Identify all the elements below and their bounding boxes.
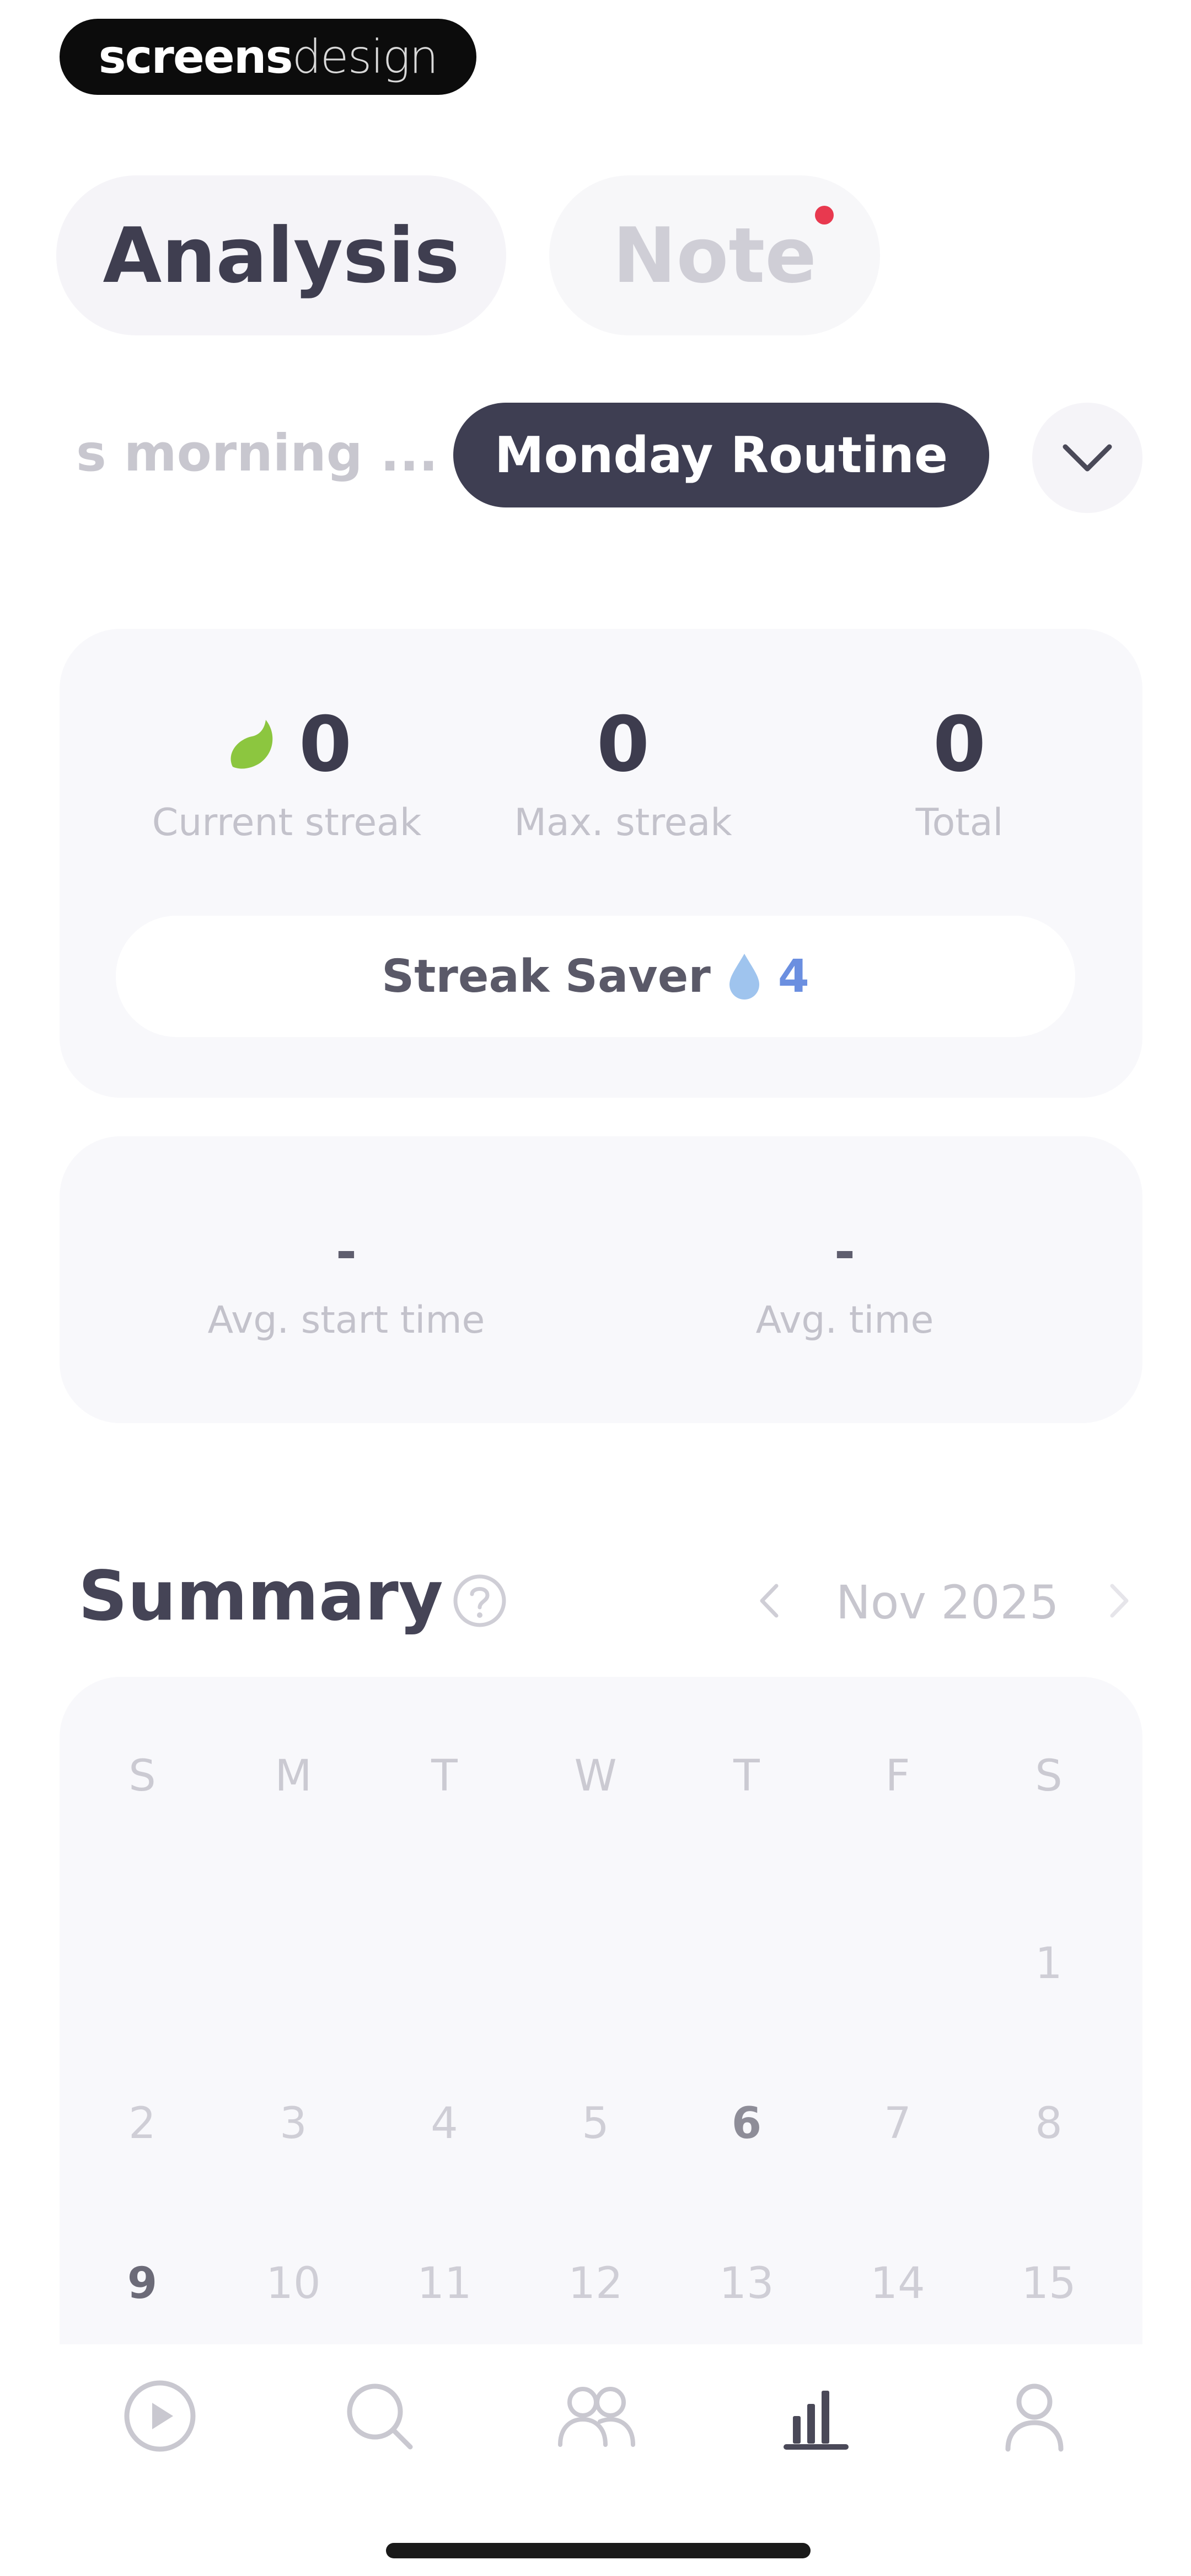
total-label: Total (915, 801, 1004, 845)
weekday-sun: S (128, 1751, 156, 1801)
calendar-day[interactable]: 3 (244, 2091, 343, 2157)
chevron-left-icon (760, 1584, 779, 1618)
weekday-tue: T (431, 1751, 458, 1801)
notification-dot (815, 206, 834, 225)
nav-community[interactable] (552, 2372, 641, 2460)
max-streak-label: Max. streak (514, 801, 732, 845)
calendar-day[interactable]: 11 (395, 2251, 494, 2317)
calendar-day[interactable]: 12 (546, 2251, 645, 2317)
tab-analysis[interactable]: Analysis (56, 175, 506, 335)
current-streak-label: Current streak (152, 801, 422, 845)
calendar-day[interactable]: 1 (999, 1931, 1098, 1997)
nav-search[interactable] (335, 2372, 423, 2460)
profile-icon (1005, 2383, 1064, 2452)
streak-saver-count: 4 (777, 950, 809, 1003)
calendar-day[interactable]: 5 (546, 2091, 645, 2157)
previous-month-button[interactable] (755, 1572, 783, 1629)
max-streak-value: 0 (596, 700, 650, 789)
calendar-day[interactable]: 7 (848, 2091, 947, 2157)
weekday-mon: M (275, 1751, 312, 1801)
avg-start-time-label: Avg. start time (207, 1298, 485, 1342)
streak-saver-label: Streak Saver (382, 950, 711, 1003)
chevron-down-icon (1063, 444, 1112, 472)
community-icon (558, 2387, 635, 2447)
weekday-wed: W (574, 1751, 617, 1801)
total-stat: 0 Total (794, 701, 1125, 845)
tab-note[interactable]: Note (549, 175, 880, 335)
current-streak-value: 0 (298, 700, 352, 789)
nav-play[interactable] (116, 2372, 204, 2460)
current-streak-stat: 0 Current streak (121, 701, 452, 845)
avg-time-stat: - Avg. time (652, 1222, 1038, 1343)
next-month-button[interactable] (1106, 1572, 1133, 1629)
nav-profile[interactable] (990, 2372, 1079, 2460)
avg-start-time-stat: - Avg. start time (153, 1222, 539, 1343)
home-indicator[interactable] (386, 2543, 811, 2558)
streak-leaf-icon (230, 720, 273, 769)
weekday-thu: T (733, 1751, 760, 1801)
routine-chip-selected[interactable]: Monday Routine (453, 403, 989, 507)
search-icon (347, 2383, 413, 2450)
chevron-right-icon (1110, 1584, 1129, 1618)
nav-stats[interactable] (772, 2372, 860, 2460)
calendar-day[interactable]: 4 (395, 2091, 494, 2157)
total-value: 0 (932, 700, 986, 789)
avg-time-value: - (834, 1222, 856, 1281)
play-icon (124, 2380, 196, 2452)
avg-time-label: Avg. time (755, 1298, 934, 1342)
calendar-day[interactable]: 14 (848, 2251, 947, 2317)
calendar-day[interactable]: 6 (697, 2091, 796, 2157)
watermark-part2: design (292, 30, 439, 84)
calendar-day-today[interactable]: 9 (93, 2251, 192, 2317)
summary-title: Summary (78, 1557, 443, 1636)
max-streak-stat: 0 Max. streak (458, 701, 788, 845)
routine-dropdown-button[interactable] (1032, 403, 1142, 513)
watermark-logo: screens design (60, 19, 476, 95)
month-label: Nov 2025 (836, 1575, 1059, 1629)
water-drop-icon (729, 954, 759, 1000)
calendar-day[interactable]: 13 (697, 2251, 796, 2317)
calendar-day[interactable]: 2 (93, 2091, 192, 2157)
watermark-part1: screens (98, 30, 293, 84)
calendar-day[interactable]: 15 (999, 2251, 1098, 2317)
calendar-day[interactable]: 8 (999, 2091, 1098, 2157)
streak-saver-button[interactable]: Streak Saver 4 (116, 916, 1075, 1037)
help-icon[interactable] (451, 1572, 508, 1629)
weekday-fri: F (885, 1751, 910, 1801)
routine-chip-previous[interactable]: s morning ... (76, 424, 438, 483)
weekday-sat: S (1035, 1751, 1063, 1801)
stats-icon (784, 2391, 849, 2450)
calendar-day[interactable]: 10 (244, 2251, 343, 2317)
avg-start-time-value: - (335, 1222, 357, 1281)
